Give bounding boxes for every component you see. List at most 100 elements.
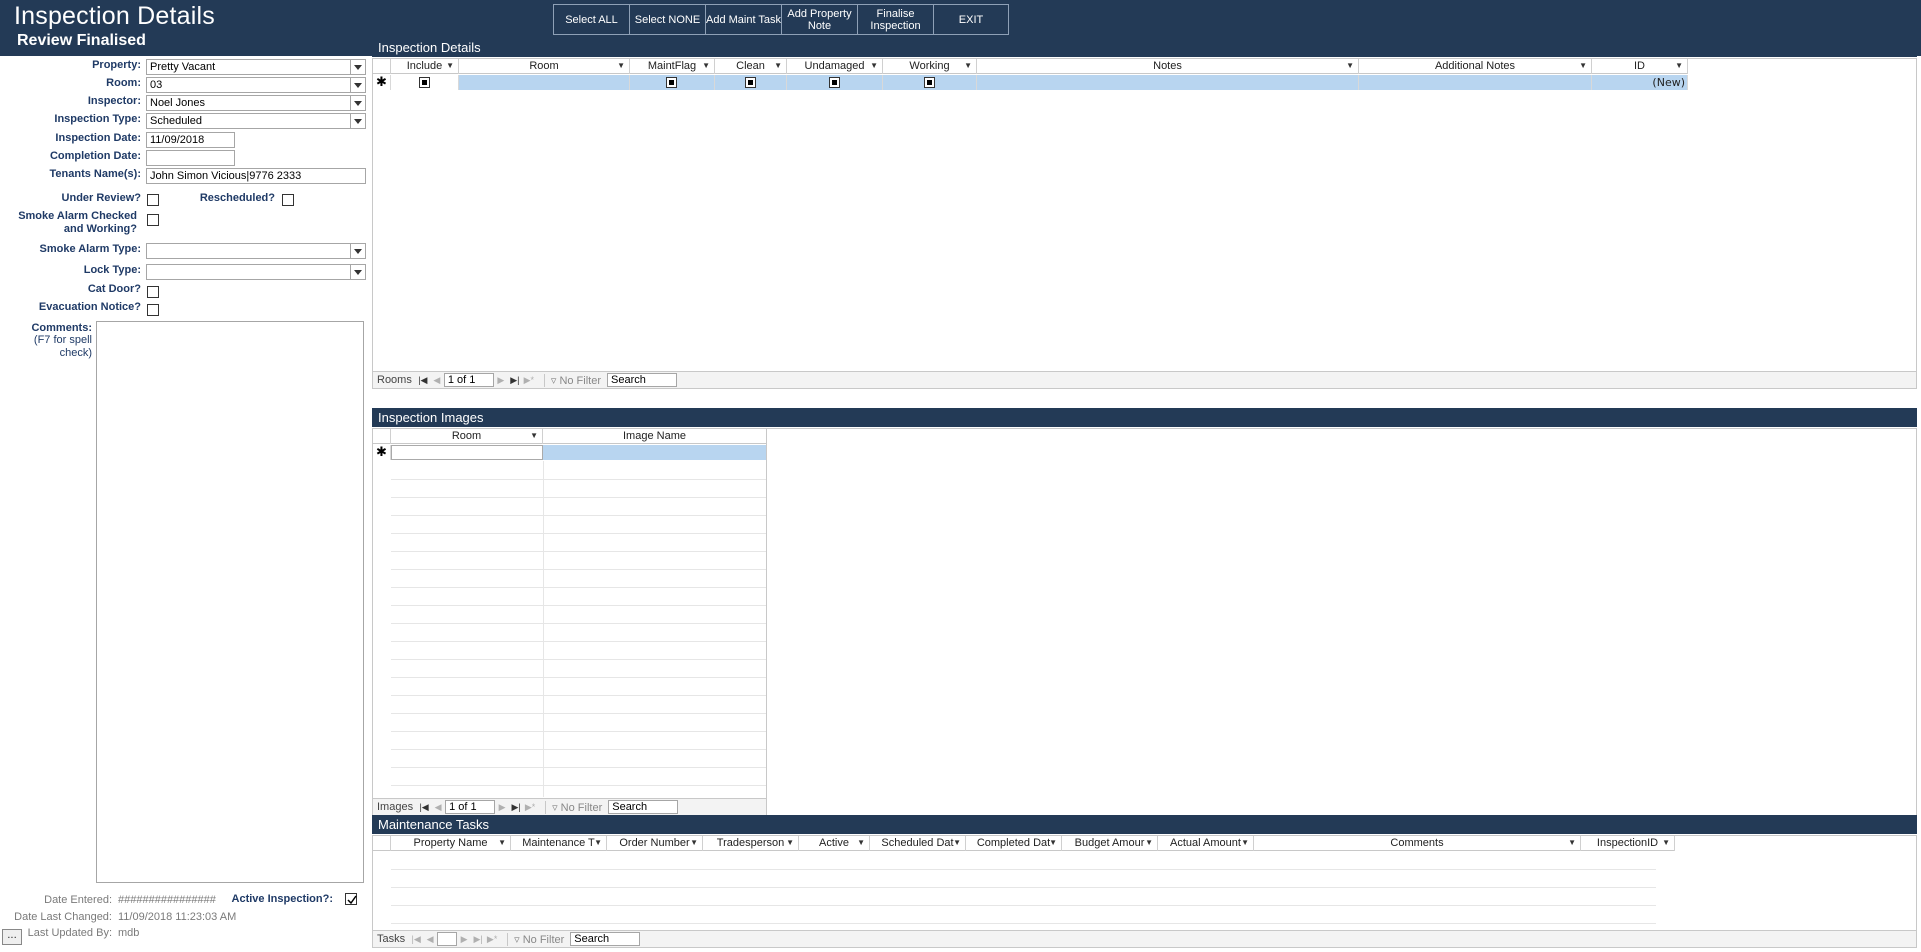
chevron-down-icon[interactable]: ▼ <box>774 59 782 73</box>
property-combo[interactable]: Pretty Vacant <box>146 59 366 75</box>
undamaged-cell[interactable] <box>787 75 883 90</box>
rooms-new-record-row[interactable]: ✱ (New) <box>373 75 1688 90</box>
images-record-counter[interactable]: 1 of 1 <box>445 800 496 814</box>
first-record-icon[interactable]: |◀ <box>409 934 423 945</box>
include-cell[interactable] <box>391 75 459 90</box>
finalise-inspection-button[interactable]: Finalise Inspection <box>858 5 934 34</box>
chevron-down-icon[interactable] <box>350 60 365 74</box>
col-room[interactable]: Room ▼ <box>459 59 630 74</box>
inspection-type-combo[interactable]: Scheduled <box>146 113 366 129</box>
chevron-down-icon[interactable]: ▼ <box>690 836 698 850</box>
chevron-down-icon[interactable]: ▼ <box>1662 836 1670 850</box>
tasks-search-input[interactable]: Search <box>570 932 641 946</box>
select-all-cell[interactable] <box>373 59 391 74</box>
col-notes[interactable]: Notes ▼ <box>977 59 1359 74</box>
chevron-down-icon[interactable]: ▼ <box>594 836 602 850</box>
evacuation-notice-checkbox[interactable] <box>147 304 159 316</box>
select-all-button[interactable]: Select ALL <box>554 5 630 34</box>
record-selector-button[interactable]: ... <box>2 929 22 945</box>
next-record-icon[interactable]: ▶ <box>495 802 509 813</box>
additional-notes-cell[interactable] <box>1359 75 1592 90</box>
new-record-nav-icon[interactable]: ▶* <box>485 934 499 945</box>
tasks-record-counter[interactable] <box>437 932 458 946</box>
comments-textarea[interactable] <box>96 321 364 883</box>
clean-checkbox[interactable] <box>744 77 756 88</box>
chevron-down-icon[interactable]: ▼ <box>964 59 972 73</box>
working-checkbox[interactable] <box>923 77 935 88</box>
chevron-down-icon[interactable]: ▼ <box>1568 836 1576 850</box>
col-active[interactable]: Active ▼ <box>799 836 870 851</box>
chevron-down-icon[interactable]: ▼ <box>1145 836 1153 850</box>
maintflag-cell[interactable] <box>630 75 715 90</box>
rescheduled-checkbox[interactable] <box>282 194 294 206</box>
prev-record-icon[interactable]: ◀ <box>423 934 437 945</box>
cat-door-checkbox[interactable] <box>147 286 159 298</box>
smoke-alarm-type-combo[interactable] <box>146 243 366 259</box>
select-all-cell[interactable] <box>373 429 391 444</box>
col-tradesperson[interactable]: Tradesperson ▼ <box>703 836 799 851</box>
chevron-down-icon[interactable]: ▼ <box>1049 836 1057 850</box>
exit-button[interactable]: EXIT <box>934 5 1008 34</box>
clean-cell[interactable] <box>715 75 787 90</box>
first-record-icon[interactable]: |◀ <box>416 375 430 386</box>
next-record-icon[interactable]: ▶ <box>457 934 471 945</box>
chevron-down-icon[interactable] <box>350 114 365 128</box>
smoke-alarm-checked-checkbox[interactable] <box>147 214 159 226</box>
images-new-record-row[interactable]: ✱ <box>373 445 766 460</box>
last-record-icon[interactable]: ▶| <box>508 375 522 386</box>
chevron-down-icon[interactable] <box>350 78 365 92</box>
inspector-combo[interactable]: Noel Jones <box>146 95 366 111</box>
select-all-cell[interactable] <box>373 836 391 851</box>
col-clean[interactable]: Clean ▼ <box>715 59 787 74</box>
col-scheduled-date[interactable]: Scheduled Dat ▼ <box>870 836 966 851</box>
col-maintflag[interactable]: MaintFlag ▼ <box>630 59 715 74</box>
inspection-date-field[interactable]: 11/09/2018 <box>146 132 235 148</box>
working-cell[interactable] <box>883 75 977 90</box>
room-cell[interactable] <box>459 75 630 90</box>
completion-date-field[interactable] <box>146 150 235 166</box>
rooms-no-filter[interactable]: ▿ No Filter <box>543 373 607 387</box>
chevron-down-icon[interactable]: ▼ <box>702 59 710 73</box>
rooms-search-input[interactable]: Search <box>607 373 677 387</box>
room-combo[interactable]: 03 <box>146 77 366 93</box>
col-image-name[interactable]: Image Name <box>543 429 766 444</box>
rooms-record-counter[interactable]: 1 of 1 <box>443 373 494 387</box>
select-none-button[interactable]: Select NONE <box>630 5 706 34</box>
chevron-down-icon[interactable]: ▼ <box>530 429 538 443</box>
chevron-down-icon[interactable]: ▼ <box>446 59 454 73</box>
chevron-down-icon[interactable]: ▼ <box>857 836 865 850</box>
chevron-down-icon[interactable]: ▼ <box>1579 59 1587 73</box>
col-property-name[interactable]: Property Name ▼ <box>391 836 511 851</box>
image-name-cell[interactable] <box>543 445 766 460</box>
chevron-down-icon[interactable]: ▼ <box>870 59 878 73</box>
tenants-field[interactable]: John Simon Vicious|9776 2333 <box>146 168 366 184</box>
chevron-down-icon[interactable]: ▼ <box>1675 59 1683 73</box>
col-order-number[interactable]: Order Number ▼ <box>607 836 703 851</box>
col-maintenance-type[interactable]: Maintenance T ▼ <box>511 836 607 851</box>
images-search-input[interactable]: Search <box>608 800 679 814</box>
col-image-room[interactable]: Room ▼ <box>391 429 543 444</box>
include-checkbox[interactable] <box>418 77 430 88</box>
chevron-down-icon[interactable]: ▼ <box>953 836 961 850</box>
col-budget-amount[interactable]: Budget Amour ▼ <box>1062 836 1158 851</box>
next-record-icon[interactable]: ▶ <box>494 375 508 386</box>
prev-record-icon[interactable]: ◀ <box>430 375 444 386</box>
col-actual-amount[interactable]: Actual Amount ▼ <box>1158 836 1254 851</box>
col-additional-notes[interactable]: Additional Notes ▼ <box>1359 59 1592 74</box>
new-record-nav-icon[interactable]: ▶* <box>523 802 537 813</box>
col-inspection-id[interactable]: InspectionID ▼ <box>1581 836 1675 851</box>
undamaged-checkbox[interactable] <box>828 77 840 88</box>
add-property-note-button[interactable]: Add Property Note <box>782 5 858 34</box>
image-room-cell[interactable] <box>391 445 543 460</box>
chevron-down-icon[interactable]: ▼ <box>617 59 625 73</box>
chevron-down-icon[interactable]: ▼ <box>786 836 794 850</box>
col-undamaged[interactable]: Undamaged ▼ <box>787 59 883 74</box>
chevron-down-icon[interactable] <box>350 265 365 279</box>
col-include[interactable]: Include ▼ <box>391 59 459 74</box>
first-record-icon[interactable]: |◀ <box>417 802 431 813</box>
chevron-down-icon[interactable]: ▼ <box>1346 59 1354 73</box>
prev-record-icon[interactable]: ◀ <box>431 802 445 813</box>
chevron-down-icon[interactable] <box>350 244 365 258</box>
notes-cell[interactable] <box>977 75 1359 90</box>
add-maint-task-button[interactable]: Add Maint Task <box>706 5 782 34</box>
